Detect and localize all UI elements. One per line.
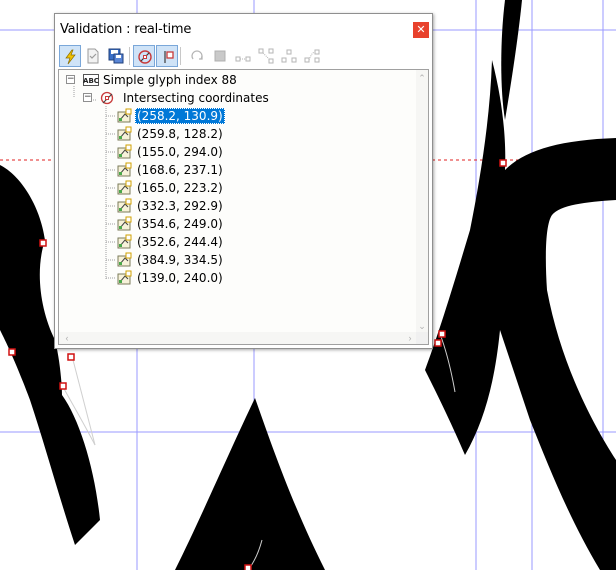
svg-text:ABC: ABC bbox=[83, 77, 99, 85]
coordinate-label: (384.9, 334.5) bbox=[137, 253, 223, 267]
toolbar-separator bbox=[129, 47, 130, 65]
intersection-icon bbox=[100, 91, 114, 105]
point-marker-icon bbox=[164, 51, 174, 63]
panel-title: Validation : real-time bbox=[60, 22, 192, 37]
tangent-icon bbox=[258, 48, 274, 64]
document-icon bbox=[87, 48, 99, 64]
curve-nodes-icon bbox=[304, 49, 320, 63]
coordinate-label: (259.8, 128.2) bbox=[137, 127, 223, 141]
scroll-left-icon[interactable]: ‹ bbox=[61, 332, 73, 344]
coordinate-label: (155.0, 294.0) bbox=[137, 145, 223, 159]
nodes-check-button[interactable] bbox=[232, 45, 254, 67]
coordinate-node-icon bbox=[117, 108, 132, 123]
panel-titlebar[interactable]: Validation : real-time ✕ bbox=[55, 14, 432, 44]
curve-check-button[interactable] bbox=[301, 45, 323, 67]
coordinate-node-icon bbox=[117, 180, 132, 195]
nodes-icon bbox=[235, 56, 251, 62]
coordinate-label: (258.2, 130.9) bbox=[135, 108, 225, 124]
validation-tree[interactable]: − ABC Simple glyph index 88 − Intersecti… bbox=[58, 69, 429, 345]
square-check-button[interactable] bbox=[209, 45, 231, 67]
coordinate-node-icon bbox=[117, 270, 132, 285]
coordinate-node-icon bbox=[117, 234, 132, 249]
realtime-validation-button[interactable] bbox=[59, 45, 81, 67]
intersection-check-button[interactable] bbox=[133, 45, 155, 67]
floppy-icon bbox=[108, 48, 124, 64]
document-check-button[interactable] bbox=[82, 45, 104, 67]
coordinate-node-icon bbox=[117, 216, 132, 231]
extremum-check-button[interactable] bbox=[278, 45, 300, 67]
coordinate-node-icon bbox=[117, 144, 132, 159]
coordinate-label: (354.6, 249.0) bbox=[137, 217, 223, 231]
tangent-check-button[interactable] bbox=[255, 45, 277, 67]
extremum-icon bbox=[281, 49, 297, 63]
resize-grip[interactable] bbox=[416, 332, 428, 344]
tree-root-label: Simple glyph index 88 bbox=[103, 73, 237, 87]
tree-group-label: Intersecting coordinates bbox=[123, 91, 269, 105]
coordinate-node-icon bbox=[117, 162, 132, 177]
coordinate-label: (332.3, 292.9) bbox=[137, 199, 223, 213]
validation-panel: Validation : real-time ✕ − ABC Simple gl… bbox=[54, 13, 433, 349]
target-icon bbox=[138, 50, 152, 64]
horizontal-scrollbar[interactable]: ‹ › bbox=[59, 332, 416, 344]
scroll-down-icon[interactable]: ⌄ bbox=[416, 320, 428, 332]
point-check-button[interactable] bbox=[156, 45, 178, 67]
rotate-icon bbox=[191, 50, 203, 60]
toolbar-separator bbox=[180, 47, 181, 65]
coordinate-label: (352.6, 244.4) bbox=[137, 235, 223, 249]
coordinate-node-icon bbox=[117, 252, 132, 267]
close-button[interactable]: ✕ bbox=[413, 22, 429, 38]
scroll-up-icon[interactable]: ⌃ bbox=[416, 72, 428, 84]
lightning-icon bbox=[65, 49, 76, 65]
collapse-expander[interactable]: − bbox=[83, 93, 92, 102]
direction-check-button[interactable] bbox=[186, 45, 208, 67]
coordinate-label: (139.0, 240.0) bbox=[137, 271, 223, 285]
validation-toolbar bbox=[56, 44, 431, 68]
coordinate-label: (165.0, 223.2) bbox=[137, 181, 223, 195]
abc-glyph-icon: ABC bbox=[83, 74, 99, 86]
square-icon bbox=[214, 50, 226, 62]
coordinate-label: (168.6, 237.1) bbox=[137, 163, 223, 177]
collapse-expander[interactable]: − bbox=[66, 75, 75, 84]
vertical-scrollbar[interactable]: ⌃ ⌄ bbox=[416, 70, 428, 332]
scroll-right-icon[interactable]: › bbox=[404, 332, 416, 344]
coordinate-node-icon bbox=[117, 198, 132, 213]
coordinate-node-icon bbox=[117, 126, 132, 141]
save-report-button[interactable] bbox=[105, 45, 127, 67]
